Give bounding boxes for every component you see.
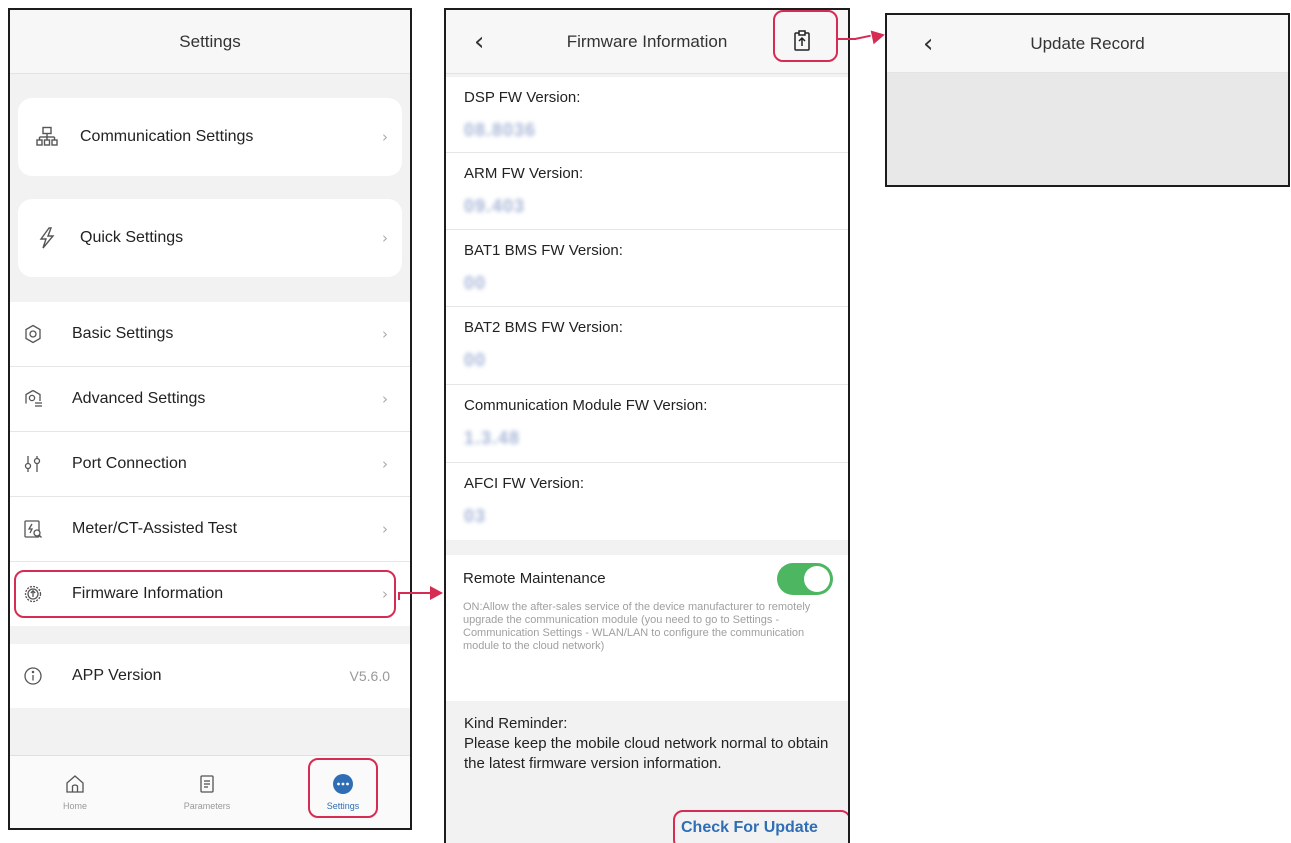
arm-fw-value: 09.403 [464, 196, 526, 216]
fw-version-row: BAT1 BMS FW Version: 00 [446, 230, 848, 306]
tab-home-label: Home [62, 801, 87, 811]
back-button[interactable]: ‹ [923, 31, 933, 57]
app-version-value: V5.6.0 [349, 668, 390, 684]
remote-maintenance-toggle[interactable] [777, 563, 833, 595]
settings-header: Settings [10, 10, 410, 74]
communication-settings-label: Communication Settings [80, 128, 254, 145]
remote-maintenance-label: Remote Maintenance [463, 570, 606, 587]
dsp-fw-value: 08.8036 [464, 120, 537, 140]
fw-version-row: ARM FW Version: 09.403 [446, 153, 848, 229]
quick-settings-label: Quick Settings [80, 229, 184, 246]
kind-reminder: Kind Reminder: Please keep the mobile cl… [464, 714, 844, 774]
arm-fw-label: ARM FW Version: [464, 165, 584, 182]
port-connection-label: Port Connection [72, 455, 187, 472]
connector-line [854, 34, 871, 40]
update-record-highlight [773, 10, 838, 62]
meter-ct-test-label: Meter/CT-Assisted Test [72, 520, 238, 537]
reminder-title: Kind Reminder: [464, 715, 568, 732]
advanced-gear-icon [22, 388, 44, 410]
basic-settings-label: Basic Settings [72, 325, 174, 342]
chevron-right-icon: › [382, 520, 388, 538]
bat2-bms-fw-label: BAT2 BMS FW Version: [464, 319, 623, 336]
dsp-fw-label: DSP FW Version: [464, 89, 581, 106]
arrow-head-icon [430, 586, 443, 600]
fw-version-row: DSP FW Version: 08.8036 [446, 77, 848, 152]
sidebar-item-basic-settings[interactable]: Basic Settings › [10, 302, 410, 366]
firmware-screen: ‹ Firmware Information DSP FW Version: 0… [444, 8, 850, 843]
comm-module-fw-value: 1.3.48 [464, 428, 521, 448]
settings-screen: Settings Communication Settings › Quick … [8, 8, 412, 830]
gear-icon [22, 323, 44, 345]
sidebar-item-advanced-settings[interactable]: Advanced Settings › [10, 367, 410, 431]
sidebar-item-meter-ct-test[interactable]: Meter/CT-Assisted Test › [10, 497, 410, 561]
connector-line [398, 592, 432, 594]
update-record-header: ‹ Update Record [887, 15, 1288, 73]
toggle-knob [804, 566, 830, 592]
settings-tab-highlight [308, 758, 378, 818]
chevron-right-icon: › [382, 229, 388, 247]
afci-fw-value: 03 [464, 506, 487, 526]
chevron-right-icon: › [382, 325, 388, 343]
fw-version-row: AFCI FW Version: 03 [446, 463, 848, 540]
document-icon [196, 773, 218, 795]
bat1-bms-fw-label: BAT1 BMS FW Version: [464, 242, 623, 259]
remote-maintenance-section: Remote Maintenance ON:Allow the after-sa… [446, 555, 848, 701]
chevron-right-icon: › [382, 128, 388, 146]
connector-line [836, 38, 856, 40]
page-title: Update Record [1030, 33, 1145, 53]
bat1-bms-fw-value: 00 [464, 273, 487, 293]
app-version-label: APP Version [72, 667, 162, 684]
page-title: Settings [179, 31, 241, 51]
arrow-head-icon [870, 27, 887, 45]
tab-home[interactable]: Home [15, 756, 135, 828]
communication-settings-card[interactable]: Communication Settings › [18, 98, 402, 176]
update-record-screen: ‹ Update Record [885, 13, 1290, 187]
firmware-highlight [14, 570, 396, 618]
remote-maintenance-description: ON:Allow the after-sales service of the … [463, 601, 811, 652]
comm-module-fw-label: Communication Module FW Version: [464, 397, 708, 414]
app-version-row: APP Version V5.6.0 [10, 644, 410, 708]
port-icon [22, 453, 44, 475]
chevron-right-icon: › [382, 390, 388, 408]
sidebar-item-port-connection[interactable]: Port Connection › [10, 432, 410, 496]
lightning-icon [36, 227, 58, 249]
tab-parameters[interactable]: Parameters [147, 756, 267, 828]
bat2-bms-fw-value: 00 [464, 350, 487, 370]
fw-version-row: Communication Module FW Version: 1.3.48 [446, 385, 848, 462]
fw-version-row: BAT2 BMS FW Version: 00 [446, 307, 848, 384]
reminder-body: Please keep the mobile cloud network nor… [464, 735, 829, 772]
info-icon [22, 665, 44, 687]
chevron-right-icon: › [382, 455, 388, 473]
page-title: Firmware Information [566, 31, 728, 51]
meter-test-icon [22, 518, 44, 540]
network-icon [36, 126, 58, 148]
check-update-highlight [673, 810, 848, 843]
quick-settings-card[interactable]: Quick Settings › [18, 199, 402, 277]
advanced-settings-label: Advanced Settings [72, 390, 206, 407]
home-icon [64, 773, 86, 795]
afci-fw-label: AFCI FW Version: [464, 475, 585, 492]
tab-parameters-label: Parameters [183, 801, 231, 811]
back-button[interactable]: ‹ [474, 29, 484, 55]
